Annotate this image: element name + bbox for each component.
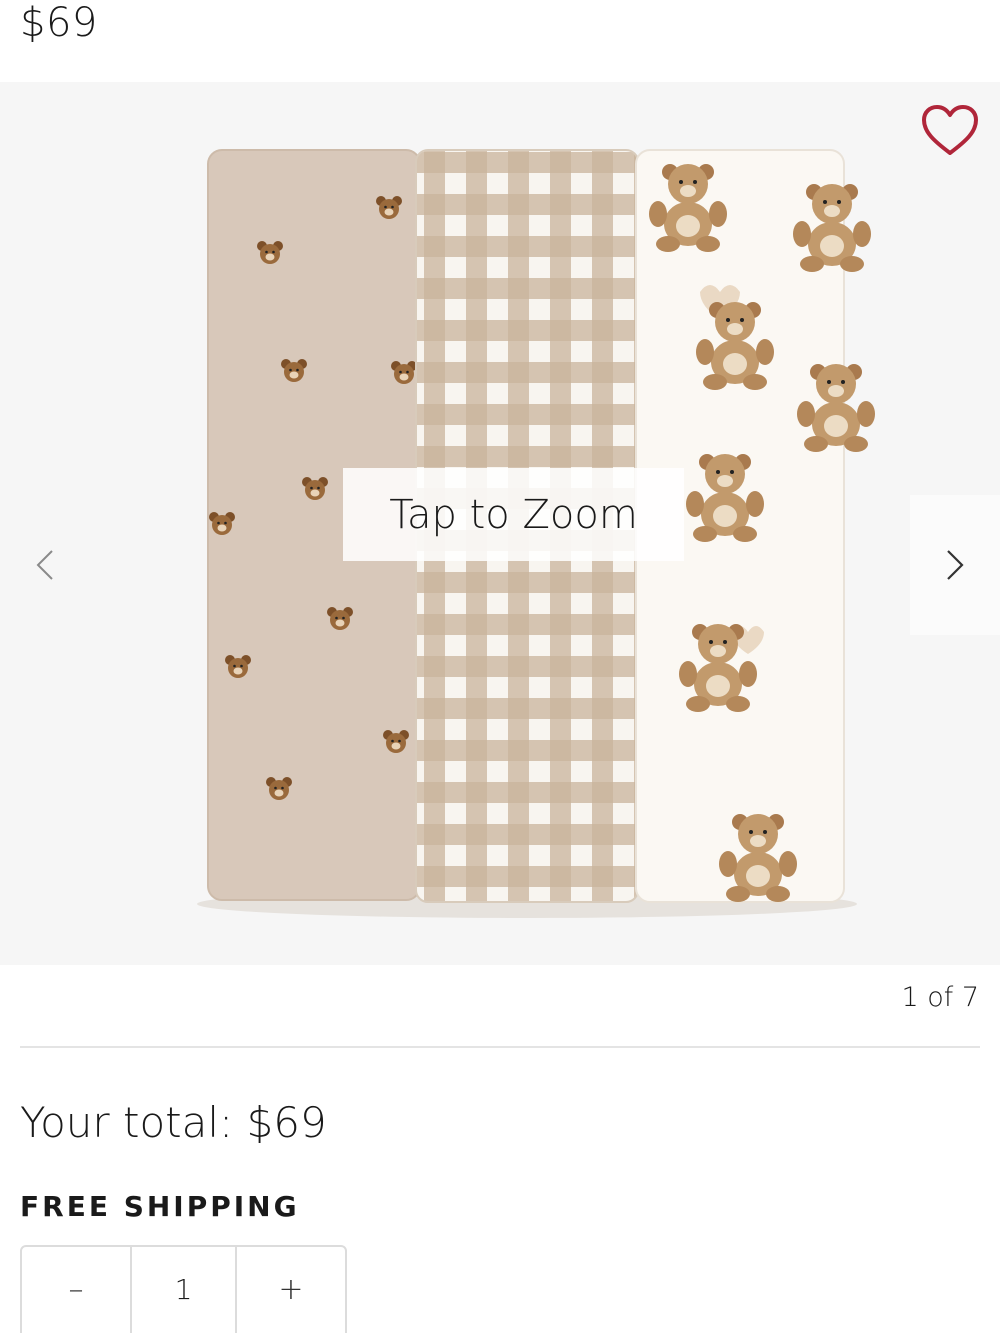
heart-outline-icon bbox=[922, 105, 978, 155]
increment-button[interactable]: + bbox=[237, 1247, 345, 1333]
order-total: Your total: $69 bbox=[20, 1098, 327, 1147]
decrement-button[interactable]: – bbox=[22, 1247, 130, 1333]
divider bbox=[20, 1046, 980, 1048]
add-to-wishlist-button[interactable] bbox=[918, 100, 982, 160]
quantity-value[interactable]: 1 bbox=[130, 1247, 237, 1333]
free-shipping-label: FREE SHIPPING bbox=[20, 1190, 300, 1223]
next-image-button[interactable] bbox=[910, 495, 1000, 635]
product-image-gallery[interactable]: Tap to Zoom bbox=[0, 82, 1000, 965]
chevron-left-icon bbox=[36, 550, 53, 580]
tap-to-zoom-button[interactable]: Tap to Zoom bbox=[343, 468, 684, 561]
previous-image-button[interactable] bbox=[0, 495, 90, 635]
quantity-stepper: – 1 + bbox=[20, 1245, 347, 1333]
product-price: $69 bbox=[20, 0, 98, 46]
image-counter: 1 of 7 bbox=[901, 982, 979, 1013]
chevron-right-icon bbox=[947, 550, 964, 580]
